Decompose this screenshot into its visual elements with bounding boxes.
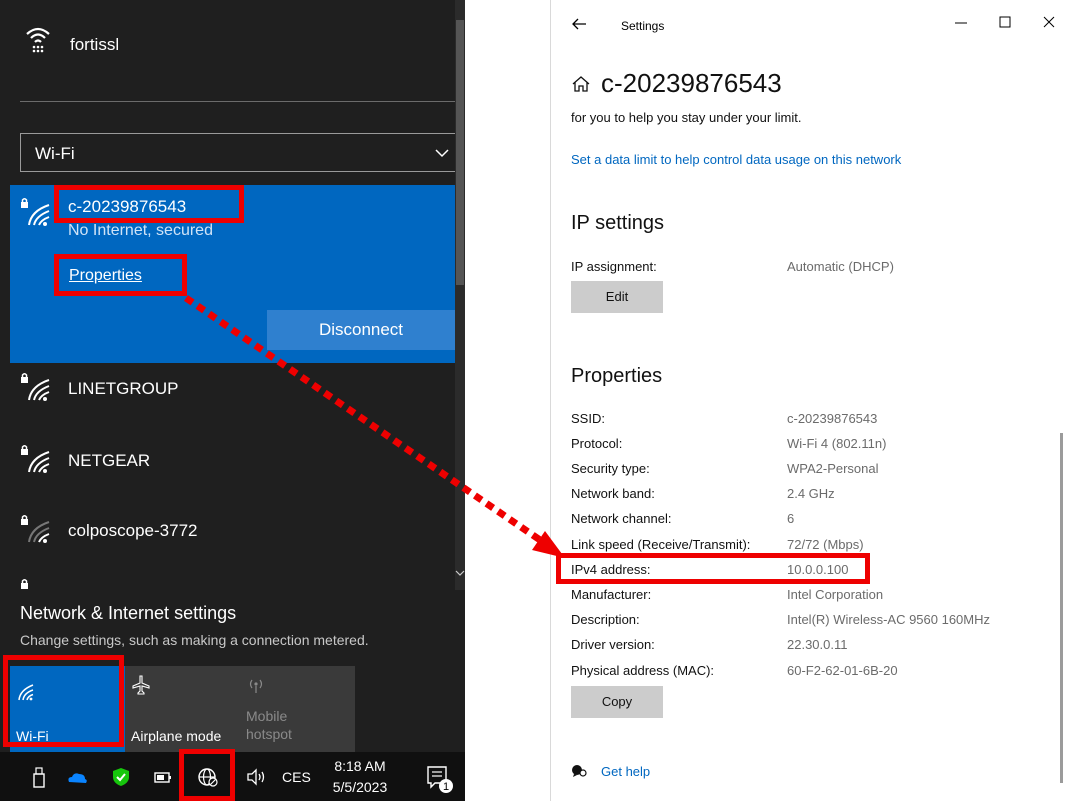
divider	[20, 101, 456, 102]
dialup-network-icon	[26, 27, 50, 53]
ip-assignment-label: IP assignment:	[571, 259, 657, 274]
adapter-dropdown[interactable]: Wi-Fi	[20, 133, 457, 172]
prop-key-security: Security type:	[571, 461, 650, 476]
notification-count: 1	[443, 781, 449, 793]
prop-value-manufacturer: Intel Corporation	[787, 587, 884, 602]
ip-assignment-value: Automatic (DHCP)	[787, 259, 894, 274]
edit-button[interactable]: Edit	[571, 281, 663, 313]
chevron-down-icon[interactable]	[455, 566, 465, 580]
notification-center-icon[interactable]: 1	[425, 764, 455, 794]
prop-key-driver: Driver version:	[571, 637, 655, 652]
limit-description: for you to help you stay under your limi…	[571, 110, 802, 125]
network-name: LINETGROUP	[68, 379, 179, 398]
network-name: fortissl	[70, 35, 120, 54]
page-title-text: c-20239876543	[601, 68, 782, 98]
prop-value-ssid: c-20239876543	[787, 411, 878, 426]
lock-icon	[21, 579, 28, 589]
properties-heading: Properties	[571, 365, 663, 387]
network-settings-description: Change settings, such as making a connec…	[20, 632, 369, 648]
wifi-secured-icon	[21, 198, 50, 226]
prop-value-driver: 22.30.0.11	[787, 637, 848, 652]
network-item[interactable]: LINETGROUP	[10, 352, 455, 422]
highlight-network-icon	[179, 749, 235, 801]
prop-key-channel: Network channel:	[571, 511, 672, 526]
title-bar: Settings	[551, 0, 1065, 50]
highlight-properties-link	[54, 254, 187, 296]
network-name: colposcope-3772	[68, 521, 198, 540]
prop-value-protocol: Wi-Fi 4 (802.11n)	[787, 436, 887, 451]
prop-key-mac: Physical address (MAC):	[571, 663, 715, 678]
flyout-scrollbar[interactable]	[455, 0, 465, 590]
network-item[interactable]: NETGEAR	[10, 424, 455, 494]
network-name: NETGEAR	[68, 451, 151, 470]
close-icon[interactable]	[1041, 14, 1057, 30]
home-icon	[572, 76, 590, 92]
prop-value-band: 2.4 GHz	[787, 486, 835, 501]
hotspot-icon	[249, 679, 263, 693]
minimize-icon[interactable]	[953, 14, 969, 30]
wifi-secured-weak-icon	[21, 515, 50, 543]
highlight-ipv4-row	[556, 553, 870, 584]
settings-scrollbar[interactable]	[1057, 108, 1065, 801]
network-status: No Internet, secured	[68, 222, 213, 239]
copy-button[interactable]: Copy	[571, 686, 663, 718]
chevron-down-icon	[435, 149, 449, 158]
wifi-secured-icon	[21, 373, 50, 401]
prop-key-manufacturer: Manufacturer:	[571, 587, 652, 602]
prop-value-channel: 6	[787, 511, 795, 526]
security-shield-icon[interactable]	[110, 766, 132, 788]
data-limit-link[interactable]: Set a data limit to help control data us…	[571, 152, 901, 167]
network-settings-link[interactable]: Network & Internet settings	[20, 603, 236, 624]
prop-key-band: Network band:	[571, 486, 655, 501]
network-item[interactable]: colposcope-3772	[10, 494, 455, 564]
highlight-network-name	[54, 185, 244, 223]
scrollbar-thumb[interactable]	[456, 20, 464, 285]
clock-date[interactable]: 5/5/2023	[328, 779, 392, 795]
airplane-mode-toggle[interactable]: Airplane mode	[125, 666, 240, 752]
get-help-link[interactable]: Get help	[571, 764, 650, 779]
volume-icon[interactable]	[245, 766, 267, 788]
prop-value-mac: 60-F2-62-01-6B-20	[787, 663, 898, 678]
hotspot-label-line2: hotspot	[246, 726, 292, 742]
disconnect-button[interactable]: Disconnect	[267, 310, 455, 350]
back-arrow-icon[interactable]	[571, 16, 587, 32]
usb-drive-icon[interactable]	[28, 766, 50, 788]
prop-key-link-speed: Link speed (Receive/Transmit):	[571, 537, 751, 552]
prop-value-link-speed: 72/72 (Mbps)	[787, 537, 864, 552]
onedrive-icon[interactable]	[66, 766, 88, 788]
battery-icon[interactable]	[152, 766, 174, 788]
clock-time[interactable]: 8:18 AM	[330, 758, 390, 774]
prop-key-ssid: SSID:	[571, 411, 605, 426]
highlight-wifi-tile	[3, 655, 124, 747]
prop-value-description: Intel(R) Wireless-AC 9560 160MHz	[787, 612, 991, 627]
scrollbar-thumb[interactable]	[1060, 433, 1063, 783]
prop-value-security: WPA2-Personal	[787, 461, 879, 476]
mobile-hotspot-toggle[interactable]: Mobile hotspot	[240, 666, 355, 752]
help-chat-icon	[572, 765, 587, 777]
maximize-icon[interactable]	[997, 14, 1013, 30]
get-help-label: Get help	[601, 764, 651, 779]
airplane-mode-label: Airplane mode	[131, 728, 222, 744]
adapter-dropdown-value: Wi-Fi	[35, 144, 75, 163]
input-language[interactable]: CES	[282, 769, 311, 785]
prop-key-description: Description:	[571, 612, 640, 627]
airplane-icon	[132, 675, 150, 695]
window-title: Settings	[621, 19, 665, 33]
prop-key-protocol: Protocol:	[571, 436, 623, 451]
hotspot-label-line1: Mobile	[246, 708, 288, 724]
network-item-top[interactable]: fortissl	[0, 0, 455, 100]
network-item-partial[interactable]	[10, 560, 455, 590]
page-title: c-20239876543	[571, 68, 782, 99]
wifi-secured-icon	[21, 445, 50, 473]
settings-window: Settings c-20239876543 for you to help y…	[550, 0, 1065, 801]
ip-settings-heading: IP settings	[571, 212, 665, 234]
